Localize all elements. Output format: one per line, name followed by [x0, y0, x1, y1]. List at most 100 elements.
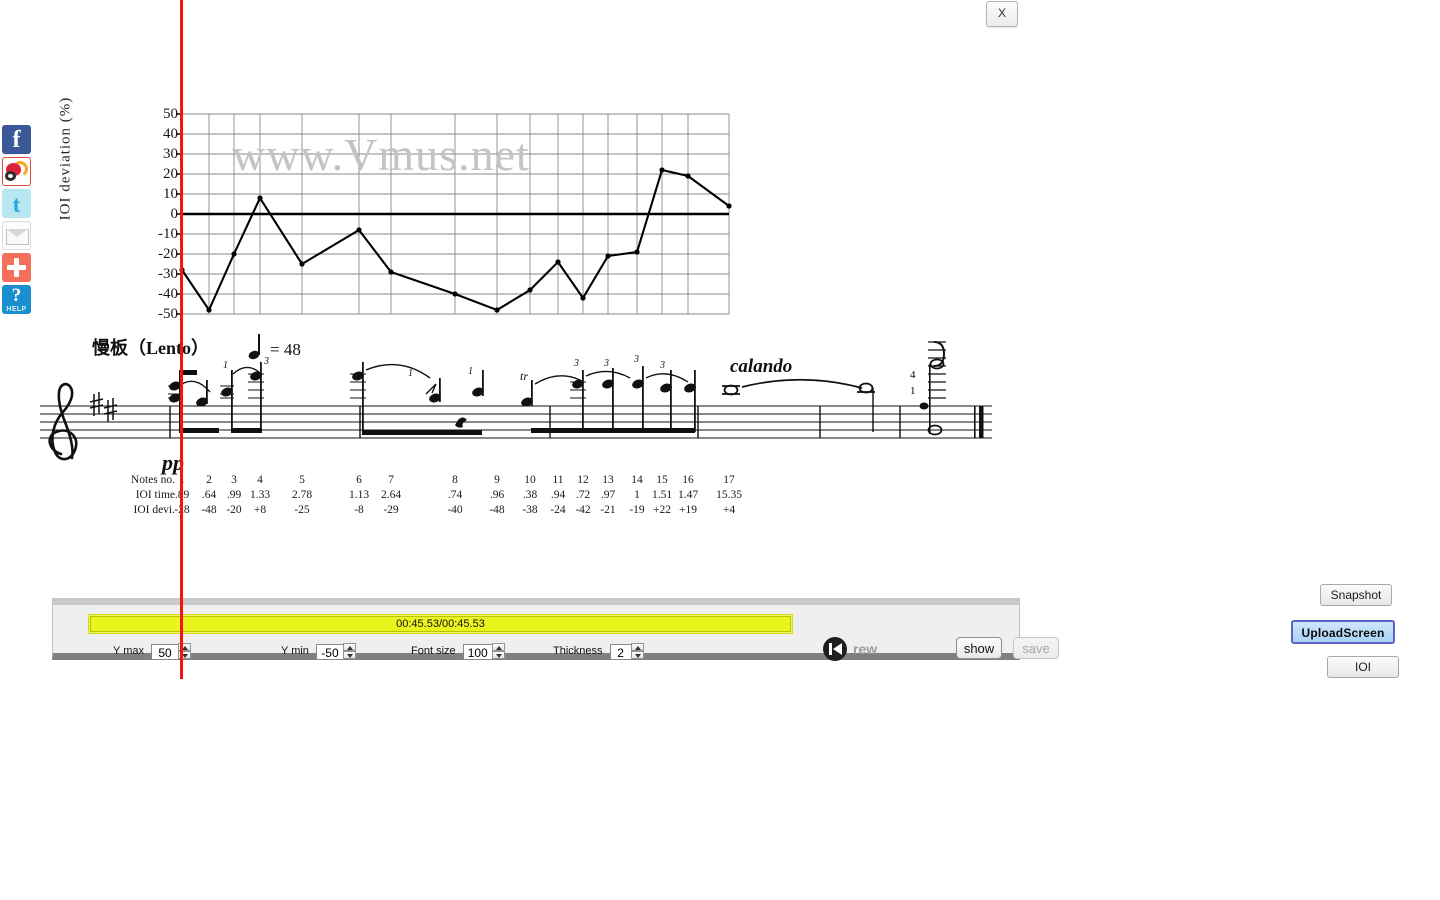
y-min-increment[interactable]	[342, 643, 356, 651]
data-point[interactable]	[527, 287, 533, 293]
data-point[interactable]	[494, 307, 500, 313]
rewind-triangle	[833, 643, 842, 655]
cell-ioi-time: .94	[550, 489, 566, 501]
snapshot-button[interactable]: Snapshot	[1320, 584, 1392, 606]
cell-ioi-time: .97	[600, 489, 616, 501]
thickness-decrement[interactable]	[630, 651, 644, 659]
svg-text:tr: tr	[520, 369, 528, 383]
thickness-control: Thickness 2	[553, 643, 644, 660]
svg-text:3: 3	[263, 356, 269, 367]
data-point[interactable]	[356, 227, 362, 233]
data-point[interactable]	[231, 251, 237, 257]
font-size-spin-buttons[interactable]	[491, 643, 505, 660]
cell-notes-no: 6	[356, 474, 362, 486]
music-score: 慢板（Lento） = 48 pp calando 1 3 1 1 tr 3 3…	[40, 334, 992, 475]
y-min-decrement[interactable]	[342, 651, 356, 659]
data-point[interactable]	[726, 203, 732, 209]
cell-ioi-time: .38	[522, 489, 538, 501]
y-max-stepper[interactable]: 50	[151, 643, 192, 660]
cell-notes-no: 4	[257, 474, 263, 486]
svg-text:3: 3	[659, 360, 665, 371]
svg-text:3: 3	[603, 358, 609, 369]
data-point[interactable]	[206, 307, 212, 313]
data-point[interactable]	[299, 261, 305, 267]
thickness-stepper[interactable]: 2	[609, 643, 644, 660]
cell-notes-no: 10	[524, 474, 536, 486]
cell-notes-no: 12	[577, 474, 589, 486]
data-point[interactable]	[555, 259, 561, 265]
cell-ioi-devi: -48	[489, 504, 505, 516]
svg-text:3: 3	[573, 358, 579, 369]
show-button[interactable]: show	[956, 637, 1002, 659]
cell-notes-no: 2	[206, 474, 212, 486]
playhead-marker[interactable]	[180, 0, 183, 679]
phrase-slur-calando	[741, 378, 863, 389]
data-point[interactable]	[605, 253, 611, 259]
font-size-control: Font size 100	[411, 643, 505, 660]
font-size-stepper[interactable]: 100	[462, 643, 505, 660]
rewind-control[interactable]: rew	[823, 637, 877, 661]
cell-ioi-devi: -19	[629, 504, 645, 516]
data-point[interactable]	[580, 295, 586, 301]
tempo-bpm: = 48	[270, 340, 301, 359]
svg-text:3: 3	[633, 354, 639, 365]
expression-calando: calando	[730, 356, 792, 377]
upload-screen-button[interactable]: UploadScreen	[1291, 620, 1395, 644]
cell-ioi-devi: -40	[447, 504, 463, 516]
cell-notes-no: 3	[231, 474, 237, 486]
cell-ioi-devi: -29	[383, 504, 399, 516]
cell-ioi-time: 1.13	[348, 489, 370, 501]
data-point[interactable]	[634, 249, 640, 255]
y-max-input[interactable]: 50	[151, 643, 180, 660]
tempo-marking-cn: 慢板（Lento）	[92, 337, 209, 358]
data-point[interactable]	[659, 167, 665, 173]
y-min-spin-buttons[interactable]	[342, 643, 356, 660]
cell-notes-no: 14	[631, 474, 643, 486]
thickness-spin-buttons[interactable]	[630, 643, 644, 660]
y-min-stepper[interactable]: -50	[315, 643, 356, 660]
y-min-label: Y min	[281, 645, 309, 658]
font-size-label: Font size	[411, 645, 456, 658]
cell-ioi-time: 2.64	[380, 489, 402, 501]
font-size-decrement[interactable]	[491, 651, 505, 659]
svg-text:1: 1	[408, 368, 413, 379]
table-row-notes-no: Notes no. 1234567891011121314151617	[0, 474, 1020, 489]
data-point[interactable]	[257, 195, 263, 201]
rest-glyph	[455, 417, 467, 428]
time-display: 00:45.53/00:45.53	[396, 618, 485, 630]
thickness-increment[interactable]	[630, 643, 644, 651]
cell-ioi-time: 2.78	[291, 489, 313, 501]
data-point[interactable]	[685, 173, 691, 179]
rewind-icon[interactable]	[823, 637, 847, 661]
thickness-label: Thickness	[553, 645, 603, 658]
note-group-3: 1 1	[350, 362, 486, 435]
row-label-notes-no: Notes no.	[130, 474, 175, 486]
data-point[interactable]	[388, 269, 394, 275]
svg-text:1: 1	[223, 360, 228, 371]
cell-ioi-devi: -38	[522, 504, 538, 516]
rewind-label: rew	[853, 641, 878, 657]
cell-ioi-devi: -25	[294, 504, 310, 516]
cell-notes-no: 15	[656, 474, 668, 486]
y-min-input[interactable]: -50	[315, 643, 344, 660]
svg-text:4: 4	[910, 369, 916, 381]
cell-notes-no: 11	[552, 474, 564, 486]
y-min-control: Y min -50	[281, 643, 356, 660]
svg-text:1: 1	[910, 385, 916, 397]
progress-bar[interactable]: 00:45.53/00:45.53	[88, 614, 793, 634]
cell-ioi-devi: -8	[354, 504, 364, 516]
cell-notes-no: 13	[602, 474, 614, 486]
data-point[interactable]	[452, 291, 458, 297]
tempo-quarter-note	[248, 334, 260, 360]
table-row-ioi-devi: IOI devi. -28-48-20+8-25-8-29-40-48-38-2…	[0, 504, 1020, 519]
app-root: f t ? HELP X IOI deviation (%) 50 40 30 20 1…	[0, 0, 1440, 900]
row-label-ioi-devi: IOI devi.	[133, 504, 175, 516]
player-panel: 00:45.53/00:45.53 Y max 50 Y min -50 Fon…	[52, 598, 1059, 661]
watermark-text: www.Vmus.net	[232, 129, 530, 180]
font-size-increment[interactable]	[491, 643, 505, 651]
thickness-input[interactable]: 2	[609, 643, 632, 660]
ioi-button[interactable]: IOI	[1327, 656, 1399, 678]
cell-ioi-time: .99	[226, 489, 242, 501]
font-size-input[interactable]: 100	[462, 643, 493, 660]
row-label-ioi-time: IOI time	[135, 489, 175, 501]
